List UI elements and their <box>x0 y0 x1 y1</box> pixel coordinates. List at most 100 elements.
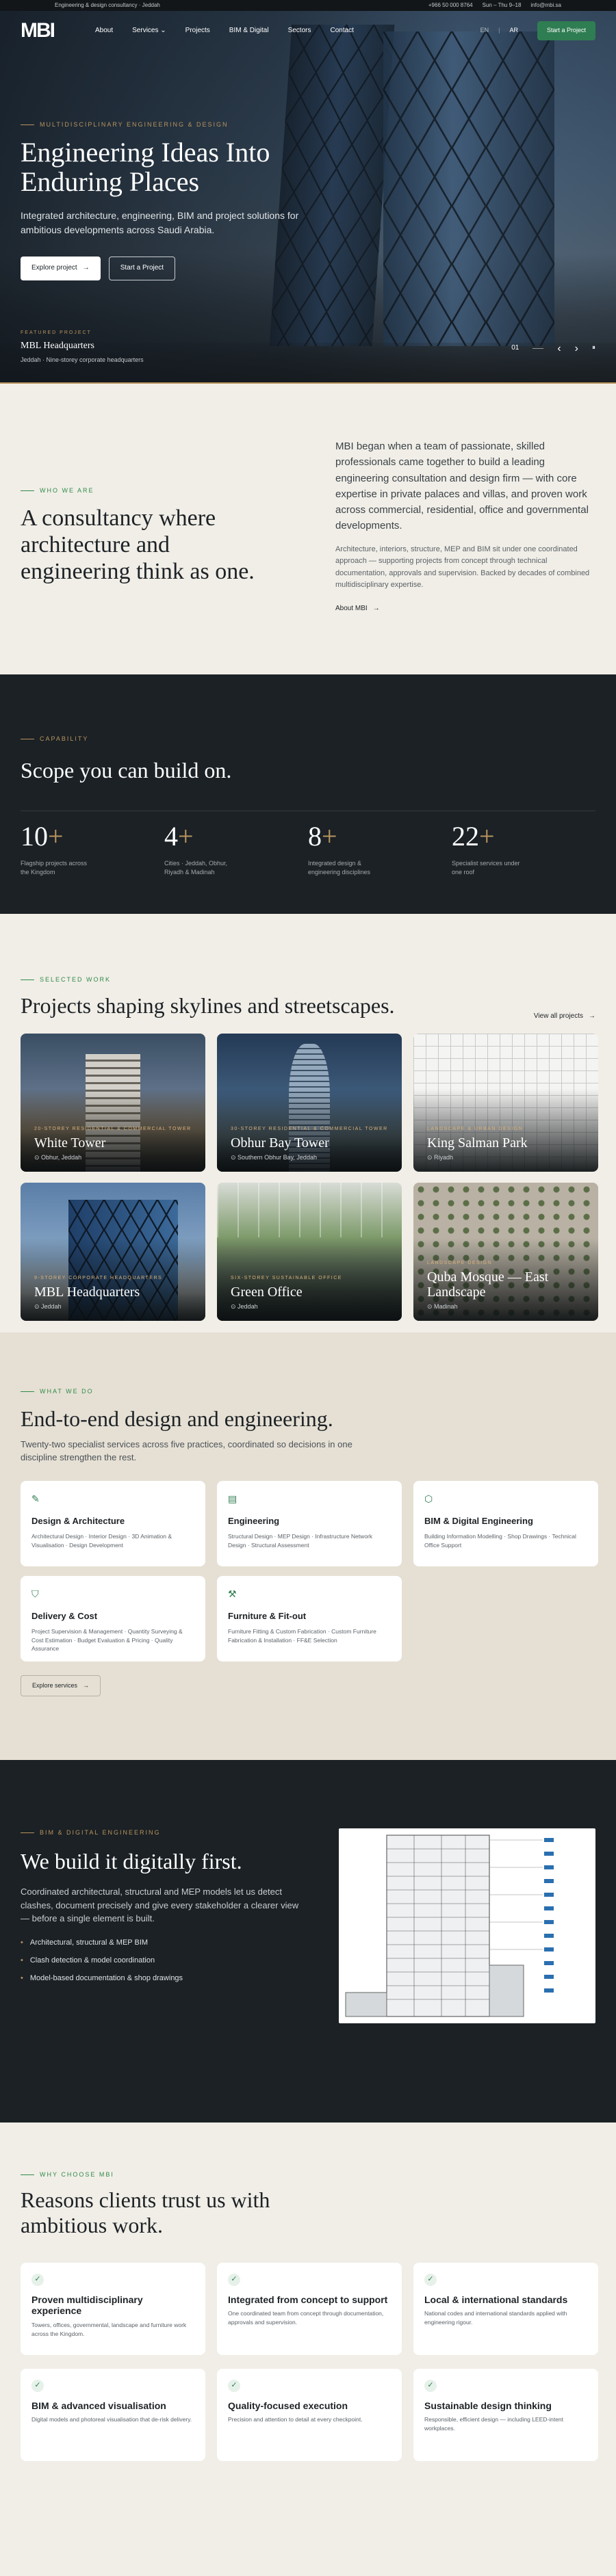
about-mbi-link[interactable]: About MBI → <box>335 604 595 614</box>
project-location: ⊙ Obhur, Jeddah <box>34 1153 194 1162</box>
view-all-label: View all projects <box>533 1012 583 1020</box>
why-card-title: Quality-focused execution <box>228 2400 348 2411</box>
explore-project-button[interactable]: Explore project → <box>21 257 101 280</box>
project-location-text: Madinah <box>434 1303 458 1311</box>
prev-slide-icon[interactable]: ‹ <box>557 341 561 356</box>
why-card-title: Integrated from concept to support <box>228 2294 388 2305</box>
featured-label: FEATURED PROJECT <box>21 330 92 335</box>
featured-title: MBL Headquarters <box>21 340 94 351</box>
why-card-title: BIM & advanced visualisation <box>31 2400 166 2411</box>
services-lead: Twenty-two specialist services across fi… <box>21 1439 352 1463</box>
nav-link-about[interactable]: About <box>95 26 113 36</box>
top-bar: Engineering & design consultancy · Jedda… <box>0 0 616 11</box>
nav-link-projects[interactable]: Projects <box>185 26 210 36</box>
start-project-button[interactable]: Start a Project <box>537 21 595 40</box>
bim-title: We build it digitally first. <box>21 1849 242 1874</box>
bim-eyebrow-text: BIM & DIGITAL ENGINEERING <box>40 1829 161 1836</box>
hero-start-project-button[interactable]: Start a Project <box>108 257 176 280</box>
bim-point: • Model-based documentation & shop drawin… <box>21 1973 308 1984</box>
project-card-white-tower[interactable]: 20-STOREY RESIDENTIAL & COMMERCIAL TOWER… <box>21 1034 205 1172</box>
why-card: ✓ Quality-focused execution Precision and … <box>217 2368 402 2461</box>
project-location-text: Southern Obhur Bay, Jeddah <box>238 1154 317 1161</box>
project-name: MBL Headquarters <box>34 1285 140 1300</box>
project-category: 30-STOREY RESIDENTIAL & COMMERCIAL TOWER <box>231 1127 388 1132</box>
bullet-icon: • <box>21 1956 23 1964</box>
service-card[interactable]: ⛉ Delivery & Cost Project Supervision & Ma… <box>21 1576 205 1662</box>
project-location: ⊙ Riyadh <box>427 1153 587 1162</box>
why-card: ✓ Integrated from concept to support One c… <box>217 2262 402 2355</box>
about-eyebrow: WHO WE ARE <box>21 486 281 495</box>
service-card[interactable]: ⬡ BIM & Digital Engineering Building Infor… <box>413 1481 598 1567</box>
nav-link-services[interactable]: Services ⌄ <box>132 26 166 36</box>
capability-section: CAPABILITY Scope you can build on. 10+ Fl… <box>0 674 616 914</box>
shield-icon: ⛉ <box>31 1588 39 1600</box>
stat-label: Integrated design & engineering discipli… <box>308 860 371 876</box>
arrow-right-icon: → <box>589 1012 595 1020</box>
stat-number: 4 <box>164 821 178 852</box>
projects-section: SELECTED WORK Projects shaping skylines … <box>0 914 616 1332</box>
why-eyebrow: WHY CHOOSE MBI <box>21 2170 595 2179</box>
lang-ar[interactable]: AR <box>509 26 518 35</box>
about-sub: Architecture, interiors, structure, MEP … <box>335 544 590 590</box>
project-location: ⊙ Jeddah <box>34 1302 194 1311</box>
view-all-projects-link[interactable]: View all projects → <box>534 1012 595 1022</box>
project-category: 20-STOREY RESIDENTIAL & COMMERCIAL TOWER <box>34 1127 192 1132</box>
project-card-green-office[interactable]: SIX-STOREY SUSTAINABLE OFFICE Green Offic… <box>217 1183 402 1322</box>
project-card-obhur-bay-tower[interactable]: 30-STOREY RESIDENTIAL & COMMERCIAL TOWER… <box>217 1034 402 1172</box>
project-card-king-salman-park[interactable]: LANDSCAPE & URBAN DESIGN King Salman Park… <box>413 1034 598 1172</box>
stat-number: 22 <box>452 821 479 852</box>
service-title: Engineering <box>228 1516 280 1527</box>
service-card[interactable]: ▤ Engineering Structural Design · MEP Desi… <box>217 1481 402 1567</box>
bim-section-drawing <box>339 1828 595 2023</box>
bim-eyebrow: BIM & DIGITAL ENGINEERING <box>21 1828 308 1837</box>
next-slide-icon[interactable]: › <box>575 341 578 356</box>
services-title: End-to-end design and engineering. <box>21 1406 333 1432</box>
hero: MBI About Services ⌄ Projects BIM & Digi… <box>0 11 616 384</box>
why-section: WHY CHOOSE MBI Reasons clients trust us … <box>0 2122 616 2576</box>
why-card-desc: Digital models and photoreal visualisati… <box>31 2416 192 2423</box>
slide-progress-bar <box>0 382 616 384</box>
project-category: LANDSCAPE DESIGN <box>427 1261 493 1266</box>
project-category: LANDSCAPE & URBAN DESIGN <box>427 1127 524 1132</box>
service-title: Design & Architecture <box>31 1516 125 1527</box>
building-icon: ▤ <box>228 1493 238 1505</box>
bim-lead: Coordinated architectural, structural an… <box>21 1887 299 1924</box>
stat-item: 8+ Integrated design & engineering discip… <box>308 817 452 877</box>
featured-project[interactable]: FEATURED PROJECT MBL Headquarters Jeddah… <box>21 330 144 365</box>
pin-icon: ⊙ <box>427 1154 435 1161</box>
stat-label: Cities · Jeddah, Obhur, Riyadh & Madinah <box>164 860 228 876</box>
arrow-right-icon: → <box>82 264 90 272</box>
project-name: Green Office <box>231 1285 303 1300</box>
nav-link-contact[interactable]: Contact <box>330 26 353 36</box>
nav-link-bim[interactable]: BIM & Digital <box>229 26 269 36</box>
check-icon: ✓ <box>228 2379 240 2392</box>
logo[interactable]: MBI <box>21 16 55 46</box>
pause-icon[interactable]: ⏸ <box>592 343 595 354</box>
explore-services-button[interactable]: Explore services → <box>21 1675 101 1697</box>
cube-icon: ⬡ <box>424 1493 433 1505</box>
project-name: Quba Mosque — East Landscape <box>427 1270 549 1300</box>
nav-links: About Services ⌄ Projects BIM & Digital … <box>95 26 354 36</box>
project-location-text: Jeddah <box>41 1303 62 1311</box>
nav-link-sectors[interactable]: Sectors <box>288 26 311 36</box>
pin-icon: ⊙ <box>427 1303 435 1311</box>
project-name: King Salman Park <box>427 1135 528 1151</box>
why-card-desc: National codes and international standar… <box>424 2310 567 2326</box>
stat-label: Flagship projects across the Kingdom <box>21 860 88 876</box>
bullet-icon: • <box>21 1973 23 1982</box>
service-desc: Building Information Modelling · Shop Dr… <box>424 1532 576 1549</box>
why-card: ✓ Proven multidisciplinary experience Towe… <box>21 2262 205 2355</box>
service-desc: Project Supervision & Management · Quant… <box>31 1627 183 1653</box>
projects-title: Projects shaping skylines and streetscap… <box>21 993 395 1018</box>
capability-eyebrow-text: CAPABILITY <box>40 735 89 742</box>
project-card-mbl-headquarters[interactable]: 9-STOREY CORPORATE HEADQUARTERS MBL Headq… <box>21 1183 205 1322</box>
top-bar-email[interactable]: info@mbi.sa <box>530 1 561 10</box>
services-grid: ✎ Design & Architecture Architectural Desi… <box>21 1481 598 1662</box>
lang-en[interactable]: EN <box>480 26 489 35</box>
top-bar-phone[interactable]: +966 50 000 8764 <box>428 1 473 10</box>
service-card[interactable]: ⚒ Furniture & Fit-out Furniture Fitting & … <box>217 1576 402 1662</box>
pin-icon: ⊙ <box>34 1303 42 1311</box>
services-eyebrow: WHAT WE DO <box>21 1387 595 1396</box>
service-card[interactable]: ✎ Design & Architecture Architectural Desi… <box>21 1481 205 1567</box>
project-card-quba-mosque[interactable]: LANDSCAPE DESIGN Quba Mosque — East Lands… <box>413 1183 598 1322</box>
